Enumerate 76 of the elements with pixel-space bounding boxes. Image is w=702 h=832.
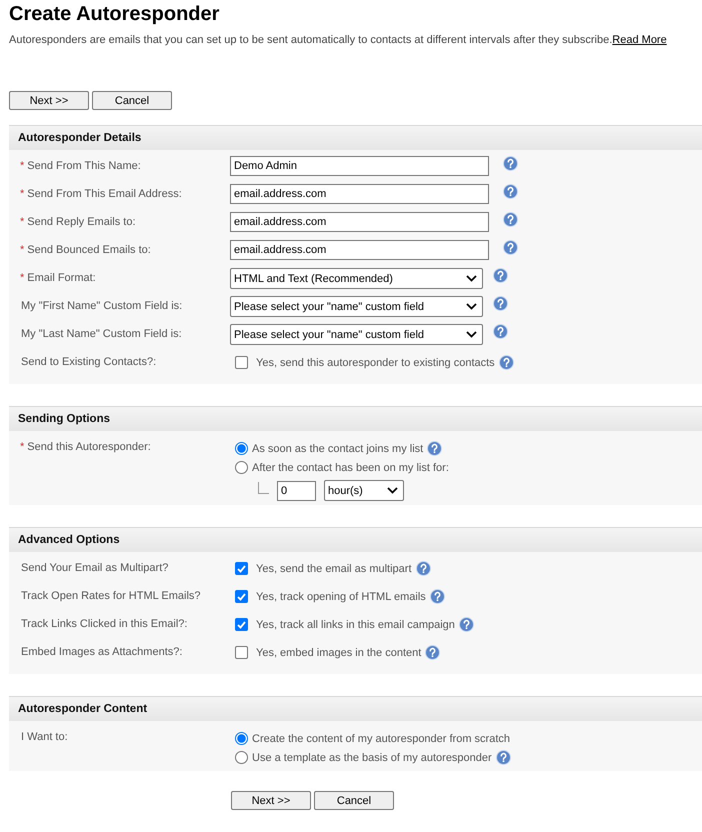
help-icon[interactable]: [425, 645, 440, 660]
field-label: Send Reply Emails to:: [27, 216, 136, 228]
help-icon[interactable]: [493, 268, 508, 283]
caret-icon: [466, 275, 477, 282]
checkbox-label: Yes, track opening of HTML emails: [256, 590, 426, 602]
cancel-button[interactable]: Cancel: [92, 91, 172, 110]
help-icon[interactable]: [498, 355, 514, 370]
field-label: Send this Autoresponder:: [27, 441, 151, 453]
help-icon[interactable]: [430, 589, 445, 604]
required-asterisk: *: [20, 216, 24, 228]
radio-label: After the contact has been on my list for:: [252, 462, 449, 474]
caret-icon: [466, 303, 477, 310]
field-label: Track Open Rates for HTML Emails?: [20, 590, 201, 602]
radio-button[interactable]: [235, 751, 248, 764]
section-title: Sending Options: [18, 413, 110, 425]
dropdown[interactable]: Please select your "name" custom field: [230, 296, 483, 317]
help-icon[interactable]: [496, 750, 511, 765]
checkbox[interactable]: [235, 590, 248, 603]
help-icon[interactable]: [416, 561, 431, 576]
caret-icon: [387, 487, 398, 494]
field-label: Embed Images as Attachments?:: [20, 646, 182, 658]
field-label: Send Bounced Emails to:: [27, 244, 151, 256]
required-asterisk: *: [20, 244, 24, 256]
field-label: Email Format:: [27, 272, 96, 284]
help-icon[interactable]: [493, 296, 508, 311]
checkbox-label: Yes, send this autoresponder to existing contacts: [256, 356, 495, 368]
help-icon[interactable]: [458, 617, 474, 632]
text-field[interactable]: email.address.com: [230, 184, 489, 204]
radio-button[interactable]: [235, 461, 248, 474]
required-asterisk: *: [20, 160, 24, 172]
field-label: I Want to:: [20, 731, 68, 743]
checkbox[interactable]: [235, 646, 248, 659]
required-asterisk: *: [20, 441, 24, 453]
next-button[interactable]: Next >>: [231, 791, 311, 810]
radio-label: Create the content of my autoresponder from scratch: [252, 732, 510, 744]
number-field[interactable]: 0: [277, 480, 316, 500]
checkbox[interactable]: [235, 618, 248, 631]
description-text: Autoresponders are emails that you can set up to be sent automatically to contacts at different intervals after they subscribe.Read More: [9, 34, 668, 46]
field-label: Track Links Clicked in this Email?:: [20, 618, 188, 630]
next-button[interactable]: Next >>: [9, 91, 89, 110]
help-icon[interactable]: [493, 324, 508, 339]
field-label: Send From This Name:: [27, 160, 141, 172]
section-title: Advanced Options: [18, 534, 120, 546]
help-icon[interactable]: [427, 441, 442, 456]
page-title: Create Autoresponder: [8, 2, 220, 27]
section-title: Autoresponder Details: [18, 132, 142, 144]
read-more-link[interactable]: Read More: [612, 34, 667, 46]
dropdown[interactable]: HTML and Text (Recommended): [230, 268, 483, 289]
field-label: Send to Existing Contacts?:: [20, 356, 156, 368]
section-title: Autoresponder Content: [18, 703, 148, 715]
required-asterisk: *: [20, 272, 24, 284]
field-label: Send From This Email Address:: [27, 188, 182, 200]
radio-label: As soon as the contact joins my list: [252, 442, 424, 454]
text-field[interactable]: email.address.com: [230, 212, 489, 232]
text-field[interactable]: email.address.com: [230, 240, 489, 260]
radio-button[interactable]: [235, 442, 248, 455]
field-label: My "First Name" Custom Field is:: [20, 300, 182, 312]
help-icon[interactable]: [503, 184, 518, 199]
checkbox-label: Yes, embed images in the content: [256, 646, 422, 658]
help-icon[interactable]: [503, 240, 518, 255]
help-icon[interactable]: [503, 156, 518, 171]
radio-button[interactable]: [235, 732, 248, 745]
unit-dropdown[interactable]: hour(s): [324, 480, 404, 501]
field-label: My "Last Name" Custom Field is:: [20, 328, 182, 340]
checkbox-label: Yes, send the email as multipart: [256, 562, 412, 574]
cancel-button[interactable]: Cancel: [314, 791, 394, 810]
text-field[interactable]: Demo Admin: [230, 156, 489, 176]
field-label: Send Your Email as Multipart?: [20, 562, 168, 574]
radio-label: Use a template as the basis of my autoresponder: [252, 752, 492, 764]
required-asterisk: *: [20, 188, 24, 200]
checkbox-label: Yes, track all links in this email campaign: [256, 618, 455, 630]
caret-icon: [466, 331, 477, 338]
checkbox[interactable]: [235, 562, 248, 575]
help-icon[interactable]: [503, 212, 518, 227]
checkbox[interactable]: [235, 356, 248, 369]
dropdown[interactable]: Please select your "name" custom field: [230, 324, 483, 345]
